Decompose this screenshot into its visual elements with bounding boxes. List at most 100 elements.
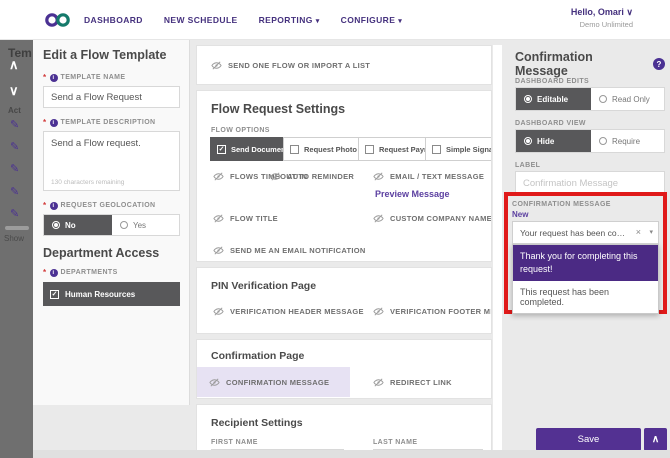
- dropdown-option[interactable]: This request has been completed.: [513, 281, 658, 313]
- template-description-label: * i TEMPLATE DESCRIPTION: [43, 118, 156, 127]
- info-icon[interactable]: i: [49, 73, 58, 82]
- confirmation-message-label: CONFIRMATION MESSAGE: [512, 201, 611, 208]
- label-field-label: LABEL: [515, 162, 541, 169]
- section-title: Flow Request Settings: [211, 102, 346, 116]
- radio-selected-icon: [524, 95, 532, 103]
- confirmation-message-toggle[interactable]: CONFIRMATION MESSAGE: [209, 377, 329, 388]
- flow-option-send-document[interactable]: ✓ Send Document: [210, 137, 284, 161]
- auto-reminder-toggle[interactable]: AUTO REMINDER: [270, 171, 354, 182]
- save-options-button[interactable]: ∧: [644, 428, 667, 451]
- radio-unselected-icon: [120, 221, 128, 229]
- last-name-label: LAST NAME: [373, 439, 418, 446]
- flow-option-request-photo[interactable]: Request Photo / File: [283, 137, 359, 161]
- logo-icon[interactable]: [44, 12, 72, 28]
- section-title: PIN Verification Page: [211, 280, 317, 292]
- confirmation-page-card: Confirmation Page CONFIRMATION MESSAGE R…: [196, 339, 492, 399]
- edit-icon[interactable]: ✎: [10, 185, 19, 198]
- custom-company-name-toggle[interactable]: CUSTOM COMPANY NAME: [373, 213, 491, 224]
- nav-configure[interactable]: CONFIGURE ▾: [341, 15, 403, 25]
- redirect-link-toggle[interactable]: REDIRECT LINK: [373, 377, 452, 388]
- dashboard-edits-toggle: Editable Read Only: [515, 87, 665, 111]
- panel-title: Confirmation Message: [515, 50, 593, 78]
- hidden-eye-icon: [373, 307, 384, 316]
- select-value: Your request has been completed.: [520, 227, 628, 238]
- edit-icon[interactable]: ✎: [10, 162, 19, 175]
- radio-selected-icon: [52, 221, 60, 229]
- template-name-label: * i TEMPLATE NAME: [43, 73, 126, 82]
- info-icon[interactable]: i: [49, 268, 58, 277]
- verification-footer-toggle[interactable]: VERIFICATION FOOTER MESSAGE: [373, 306, 491, 317]
- required-asterisk: *: [43, 73, 47, 82]
- hidden-eye-icon: [209, 378, 220, 387]
- email-text-message-toggle[interactable]: EMAIL / TEXT MESSAGE: [373, 171, 484, 182]
- checkbox-unchecked-icon: [290, 144, 299, 154]
- template-description-input[interactable]: Send a Flow request. 130 characters rema…: [43, 131, 180, 191]
- pin-verification-card: PIN Verification Page VERIFICATION HEADE…: [196, 267, 492, 334]
- nav-reporting[interactable]: REPORTING ▾: [259, 15, 320, 25]
- department-item[interactable]: ✓ Human Resources: [43, 282, 180, 306]
- flow-title-toggle[interactable]: FLOW TITLE: [213, 213, 278, 224]
- modal-bottom-scrollbar[interactable]: [33, 450, 670, 458]
- radio-selected-icon: [524, 137, 532, 145]
- new-link[interactable]: New: [512, 210, 659, 219]
- hidden-eye-icon: [213, 246, 224, 255]
- flow-request-settings-card: Flow Request Settings FLOW OPTIONS ✓ Send…: [196, 90, 492, 262]
- hidden-eye-icon: [211, 61, 222, 70]
- require-option[interactable]: Require: [591, 130, 664, 152]
- geolocation-no-option[interactable]: No: [44, 215, 112, 235]
- preview-message-link[interactable]: Preview Message: [375, 189, 450, 199]
- checkbox-unchecked-icon: [365, 144, 374, 154]
- flow-option-request-payment[interactable]: Request Payment: [358, 137, 426, 161]
- editable-option[interactable]: Editable: [516, 88, 591, 110]
- user-menu[interactable]: Hello, Omari ∨: [571, 7, 633, 18]
- read-only-option[interactable]: Read Only: [591, 88, 664, 110]
- dropdown-option-highlighted[interactable]: Thank you for completing this request!: [513, 245, 658, 282]
- nav-new-schedule[interactable]: NEW SCHEDULE: [164, 15, 238, 25]
- hidden-eye-icon: [373, 214, 384, 223]
- section-title: Confirmation Page: [211, 350, 305, 362]
- vertical-scrollbar[interactable]: [493, 45, 502, 450]
- clear-icon[interactable]: ×: [636, 227, 641, 237]
- dashboard-view-toggle: Hide Require: [515, 129, 665, 153]
- email-notification-toggle[interactable]: SEND ME AN EMAIL NOTIFICATION: [213, 245, 366, 256]
- edit-icon[interactable]: ✎: [10, 207, 19, 220]
- verification-header-toggle[interactable]: VERIFICATION HEADER MESSAGE: [213, 306, 364, 317]
- annotation-box: CONFIRMATION MESSAGE New Your request ha…: [504, 192, 667, 315]
- chevron-up-icon[interactable]: ∧: [9, 57, 19, 73]
- nav-dashboard[interactable]: DASHBOARD: [84, 15, 143, 25]
- hidden-eye-icon: [373, 172, 384, 181]
- hidden-eye-icon: [213, 214, 224, 223]
- dashboard-view-label: DASHBOARD VIEW: [515, 120, 586, 127]
- chevron-down-icon[interactable]: ▾: [649, 228, 653, 236]
- horizontal-scrollbar[interactable]: [5, 226, 29, 230]
- template-form-panel: Edit a Flow Template *iTEMPLATE NAME *iT…: [33, 40, 190, 405]
- required-asterisk: *: [43, 201, 47, 210]
- checkbox-unchecked-icon: [432, 144, 441, 154]
- chevron-down-icon: ∨: [626, 7, 633, 17]
- info-icon[interactable]: i: [49, 118, 58, 127]
- hidden-eye-icon: [213, 307, 224, 316]
- department-access-title: Department Access: [43, 246, 160, 260]
- send-one-flow-toggle[interactable]: SEND ONE FLOW OR IMPORT A LIST: [211, 60, 370, 71]
- select-dropdown: Thank you for completing this request! T…: [512, 244, 659, 315]
- flow-option-simple-signature[interactable]: Simple Signature: [425, 137, 491, 161]
- edit-icon[interactable]: ✎: [10, 140, 19, 153]
- radio-unselected-icon: [599, 95, 607, 103]
- help-icon[interactable]: ?: [653, 58, 665, 70]
- radio-unselected-icon: [599, 137, 607, 145]
- section-title: Recipient Settings: [211, 417, 303, 429]
- edit-icon[interactable]: ✎: [10, 118, 19, 131]
- geolocation-yes-option[interactable]: Yes: [112, 215, 179, 235]
- save-button[interactable]: Save: [536, 428, 641, 451]
- confirmation-message-select[interactable]: Your request has been completed. × ▾: [512, 221, 659, 244]
- panel-title: Edit a Flow Template: [43, 48, 167, 62]
- info-icon[interactable]: i: [49, 201, 58, 210]
- background-actions-header: Act: [8, 106, 21, 115]
- flow-options-label: FLOW OPTIONS: [211, 127, 270, 134]
- hide-option[interactable]: Hide: [516, 130, 591, 152]
- template-name-input[interactable]: [43, 86, 180, 108]
- chevron-down-icon[interactable]: ∨: [9, 83, 19, 99]
- account-name: Demo Unlimited: [579, 20, 633, 29]
- chevron-up-icon: ∧: [651, 434, 660, 445]
- send-one-flow-card: SEND ONE FLOW OR IMPORT A LIST: [196, 45, 492, 85]
